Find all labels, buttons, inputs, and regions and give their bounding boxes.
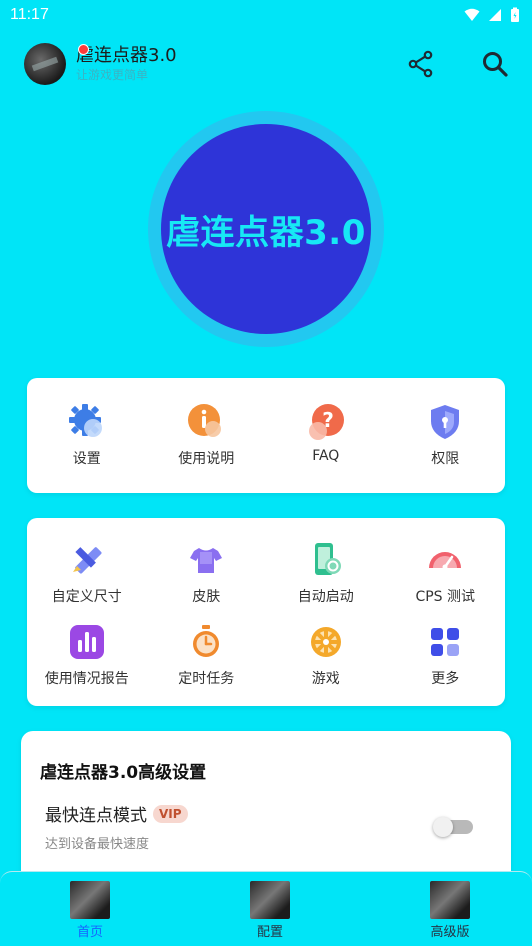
cps-test-item[interactable]: CPS 测试 xyxy=(386,540,506,606)
start-button-label: 虐连点器3.0 xyxy=(166,212,366,253)
app-subtitle: 让游戏更简单 xyxy=(76,68,149,82)
instructions-item[interactable]: 使用说明 xyxy=(147,402,267,468)
tools-row-1: 自定义尺寸 皮肤 自动启动 CPS 测试 xyxy=(27,540,505,606)
settings-item[interactable]: 设置 xyxy=(27,402,147,468)
instructions-label: 使用说明 xyxy=(178,451,235,467)
auto-start-item[interactable]: 自动启动 xyxy=(266,540,386,606)
game-label: 游戏 xyxy=(311,671,340,687)
nav-premium[interactable]: 高级版 xyxy=(428,881,472,946)
fastest-mode-row: 最快连点模式 VIP xyxy=(45,801,188,826)
skin-label: 皮肤 xyxy=(192,589,221,605)
faq-item[interactable]: ? FAQ xyxy=(266,402,386,468)
home-tab-icon xyxy=(70,881,110,919)
notification-dot-icon xyxy=(78,44,89,55)
more-label: 更多 xyxy=(431,671,460,687)
nav-premium-label: 高级版 xyxy=(430,925,470,940)
fastest-mode-toggle[interactable] xyxy=(433,817,473,837)
game-item[interactable]: 游戏 xyxy=(266,622,386,688)
tools-card: 自定义尺寸 皮肤 自动启动 CPS 测试 使用情况报告 定时任务 游戏 更多 xyxy=(27,518,505,706)
auto-start-label: 自动启动 xyxy=(297,589,354,605)
signal-icon xyxy=(489,9,501,21)
advanced-settings-title: 虐连点器3.0高级设置 xyxy=(40,763,207,783)
search-button[interactable] xyxy=(480,49,510,79)
quick-menu-card: 设置 使用说明 ? FAQ 权限 xyxy=(27,378,505,493)
battery-icon xyxy=(511,7,519,22)
stopwatch-icon xyxy=(186,622,226,662)
tshirt-icon xyxy=(186,540,226,580)
custom-size-label: 自定义尺寸 xyxy=(51,589,122,605)
permissions-item[interactable]: 权限 xyxy=(386,402,506,468)
quick-menu-row: 设置 使用说明 ? FAQ 权限 xyxy=(27,402,505,468)
ruler-pencil-icon xyxy=(67,540,107,580)
scheduled-task-label: 定时任务 xyxy=(178,671,235,687)
status-bar: 11:17 xyxy=(0,0,532,30)
nav-home-label: 首页 xyxy=(76,925,103,940)
fastest-mode-description: 达到设备最快速度 xyxy=(45,837,150,852)
advanced-settings-card: 虐连点器3.0高级设置 最快连点模式 VIP 达到设备最快速度 xyxy=(21,731,511,891)
settings-label: 设置 xyxy=(72,451,101,467)
nav-config[interactable]: 配置 xyxy=(248,881,292,946)
app-title: 虐连点器3.0 xyxy=(76,45,177,66)
speedometer-icon xyxy=(425,540,465,580)
phone-link-icon xyxy=(306,540,346,580)
question-icon: ? xyxy=(306,402,346,442)
bar-chart-icon xyxy=(67,622,107,662)
more-item[interactable]: 更多 xyxy=(386,622,506,688)
header-text: 虐连点器3.0 让游戏更简单 xyxy=(76,45,177,83)
app-header: 虐连点器3.0 让游戏更简单 xyxy=(24,40,514,88)
skin-item[interactable]: 皮肤 xyxy=(147,540,267,606)
status-time: 11:17 xyxy=(10,6,49,23)
status-icons xyxy=(464,7,520,23)
config-tab-icon xyxy=(250,881,290,919)
shield-lock-icon xyxy=(425,402,465,442)
custom-size-item[interactable]: 自定义尺寸 xyxy=(27,540,147,606)
permissions-label: 权限 xyxy=(431,451,460,467)
scheduled-task-item[interactable]: 定时任务 xyxy=(147,622,267,688)
info-icon xyxy=(186,402,226,442)
header-actions xyxy=(406,49,510,79)
vip-badge: VIP xyxy=(153,804,188,823)
toggle-thumb xyxy=(433,817,453,837)
tools-row-2: 使用情况报告 定时任务 游戏 更多 xyxy=(27,622,505,688)
premium-tab-icon xyxy=(430,881,470,919)
share-icon xyxy=(408,50,433,78)
faq-label: FAQ xyxy=(312,448,340,464)
nav-home[interactable]: 首页 xyxy=(68,881,112,946)
gear-icon xyxy=(67,402,107,442)
usage-report-item[interactable]: 使用情况报告 xyxy=(27,622,147,688)
bottom-nav: 首页 配置 高级版 xyxy=(0,871,532,946)
grid-icon xyxy=(425,622,465,662)
start-button[interactable]: 虐连点器3.0 xyxy=(161,124,371,334)
wifi-icon xyxy=(464,8,480,21)
usage-report-label: 使用情况报告 xyxy=(44,671,129,687)
share-button[interactable] xyxy=(406,49,436,79)
fastest-mode-label: 最快连点模式 xyxy=(45,806,147,826)
nav-config-label: 配置 xyxy=(256,925,283,940)
search-icon xyxy=(483,52,508,77)
wheel-icon xyxy=(306,622,346,662)
avatar[interactable] xyxy=(24,43,66,85)
cps-test-label: CPS 测试 xyxy=(415,589,476,605)
